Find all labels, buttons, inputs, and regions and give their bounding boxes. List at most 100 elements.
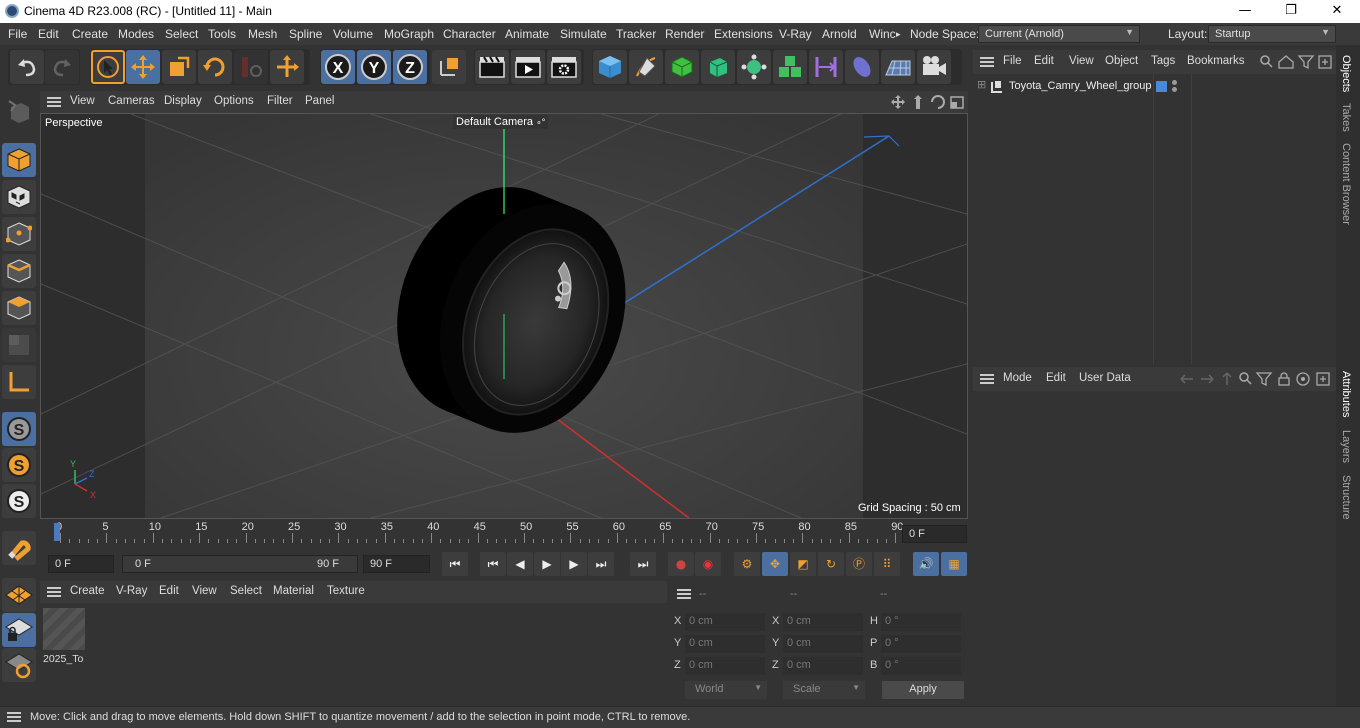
material-menu-select[interactable]: Select: [230, 585, 262, 597]
menu-spline[interactable]: Spline: [289, 27, 322, 41]
viewport-menu-display[interactable]: Display: [164, 95, 202, 107]
snap-settings-button[interactable]: S: [2, 448, 36, 482]
menu-character[interactable]: Character: [443, 27, 496, 41]
hamburger-icon[interactable]: [7, 712, 21, 722]
live-selection-button[interactable]: [91, 50, 125, 84]
key-position-button[interactable]: ✥: [762, 552, 788, 576]
objects-menu-file[interactable]: File: [1003, 55, 1022, 67]
transform-tool-button[interactable]: [270, 50, 304, 84]
pos-x-field[interactable]: 0 cm: [685, 613, 765, 631]
workplane-button[interactable]: [2, 578, 36, 612]
scale-tool-button[interactable]: [162, 50, 196, 84]
tab-content-browser[interactable]: Content Browser: [1340, 143, 1352, 225]
menu-modes[interactable]: Modes: [118, 27, 154, 41]
layer-color-swatch[interactable]: [1156, 81, 1167, 92]
objects-menu-edit[interactable]: Edit: [1034, 55, 1054, 67]
mograph-cubes-button[interactable]: [773, 50, 807, 84]
layout-dropdown[interactable]: Startup ▼: [1208, 25, 1336, 43]
objects-toolbar-icons[interactable]: [1259, 54, 1335, 70]
menu-create[interactable]: Create: [72, 27, 108, 41]
minimize-button[interactable]: —: [1222, 0, 1268, 23]
size-x-field[interactable]: 0 cm: [783, 613, 863, 631]
key-pla-button[interactable]: ⠿: [874, 552, 900, 576]
size-mode-select[interactable]: Scale ▼: [783, 681, 865, 699]
y-axis-button[interactable]: Y: [357, 50, 391, 84]
material-menu-material[interactable]: Material: [273, 585, 314, 597]
tab-layers[interactable]: Layers: [1340, 430, 1352, 463]
viewport-menu-filter[interactable]: Filter: [267, 95, 293, 107]
keyframe-selection-button[interactable]: ⚙: [734, 552, 760, 576]
material-menu-create[interactable]: Create: [70, 585, 105, 597]
pos-z-field[interactable]: 0 cm: [685, 657, 765, 675]
field-button[interactable]: [845, 50, 879, 84]
pen-button[interactable]: [629, 50, 663, 84]
locked-workplane-button[interactable]: [2, 613, 36, 647]
pos-y-field[interactable]: 0 cm: [685, 635, 765, 653]
camera-button[interactable]: [917, 50, 951, 84]
menu-window[interactable]: Winc: [869, 27, 896, 41]
viewport-menu-view[interactable]: View: [70, 95, 95, 107]
tab-attributes[interactable]: Attributes: [1340, 371, 1352, 417]
menu-mesh[interactable]: Mesh: [248, 27, 277, 41]
menu-extensions[interactable]: Extensions: [714, 27, 773, 41]
rot-p-field[interactable]: 0 °: [881, 635, 961, 653]
current-frame-field[interactable]: 0 F: [902, 525, 967, 543]
menu-arnold[interactable]: Arnold: [822, 27, 857, 41]
render-settings-button[interactable]: [547, 50, 581, 84]
rotate-tool-button[interactable]: [198, 50, 232, 84]
coordinate-system-button[interactable]: [432, 50, 466, 84]
sound-button[interactable]: 🔊: [913, 552, 939, 576]
close-button[interactable]: ✕: [1314, 0, 1360, 23]
menu-file[interactable]: File: [8, 27, 27, 41]
menu-volume[interactable]: Volume: [333, 27, 373, 41]
material-menu-vray[interactable]: V-Ray: [116, 585, 147, 597]
menu-tracker[interactable]: Tracker: [616, 27, 656, 41]
coordinate-mode-select[interactable]: World ▼: [685, 681, 767, 699]
editor-visibility-dot[interactable]: [1172, 80, 1177, 85]
planar-workplane-button[interactable]: [2, 648, 36, 682]
viewport-menu-panel[interactable]: Panel: [305, 95, 334, 107]
maximize-button[interactable]: ❐: [1268, 0, 1314, 23]
playhead-marker[interactable]: [54, 523, 60, 541]
apply-button[interactable]: Apply: [882, 681, 964, 699]
objects-menu-bookmarks[interactable]: Bookmarks: [1187, 55, 1251, 67]
hamburger-icon[interactable]: [47, 97, 61, 107]
camera-name-label[interactable]: Default Camera ∘°: [453, 115, 549, 129]
extrude-button[interactable]: [701, 50, 735, 84]
render-visibility-dot[interactable]: [1172, 87, 1177, 92]
step-forward-button[interactable]: ▶: [561, 552, 587, 576]
point-mode-button[interactable]: [2, 217, 36, 251]
hamburger-icon[interactable]: [980, 57, 994, 67]
key-parameter-button[interactable]: Ⓟ: [846, 552, 872, 576]
deformer-button[interactable]: [809, 50, 843, 84]
tab-structure[interactable]: Structure: [1340, 475, 1352, 520]
make-editable-button[interactable]: [2, 96, 36, 130]
tab-takes[interactable]: Takes: [1340, 103, 1352, 132]
go-to-next-key-button[interactable]: ⏭: [588, 552, 614, 576]
recent-tools-button[interactable]: [234, 50, 268, 84]
cloner-button[interactable]: [737, 50, 771, 84]
uv-mode-button[interactable]: [2, 328, 36, 362]
render-to-picture-viewer-button[interactable]: [511, 50, 545, 84]
snap-button[interactable]: S: [2, 412, 36, 446]
step-back-button[interactable]: ◀: [507, 552, 533, 576]
material-swatch[interactable]: 2025_To: [43, 608, 85, 668]
auto-keying-button[interactable]: ◉: [695, 552, 721, 576]
soft-selection-button[interactable]: [2, 531, 36, 565]
objects-menu-view[interactable]: View: [1069, 55, 1094, 67]
menu-select[interactable]: Select: [165, 27, 198, 41]
hamburger-icon[interactable]: [677, 589, 691, 599]
timeline-ruler[interactable]: 051015202530354045505560657075808590 0 F: [40, 519, 968, 549]
cube-button[interactable]: [593, 50, 627, 84]
texture-mode-button[interactable]: [2, 180, 36, 214]
axis-mode-button[interactable]: [2, 365, 36, 399]
attributes-menu-user-data[interactable]: User Data: [1079, 372, 1131, 384]
material-menu-texture[interactable]: Texture: [327, 585, 365, 597]
start-frame-field[interactable]: 0 F: [48, 555, 114, 573]
menu-vray[interactable]: V-Ray: [779, 27, 812, 41]
key-scale-button[interactable]: ◩: [790, 552, 816, 576]
attributes-menu-mode[interactable]: Mode: [1003, 372, 1032, 384]
size-y-field[interactable]: 0 cm: [783, 635, 863, 653]
go-to-start-button[interactable]: ⏮: [442, 552, 468, 576]
attributes-menu-edit[interactable]: Edit: [1046, 372, 1066, 384]
